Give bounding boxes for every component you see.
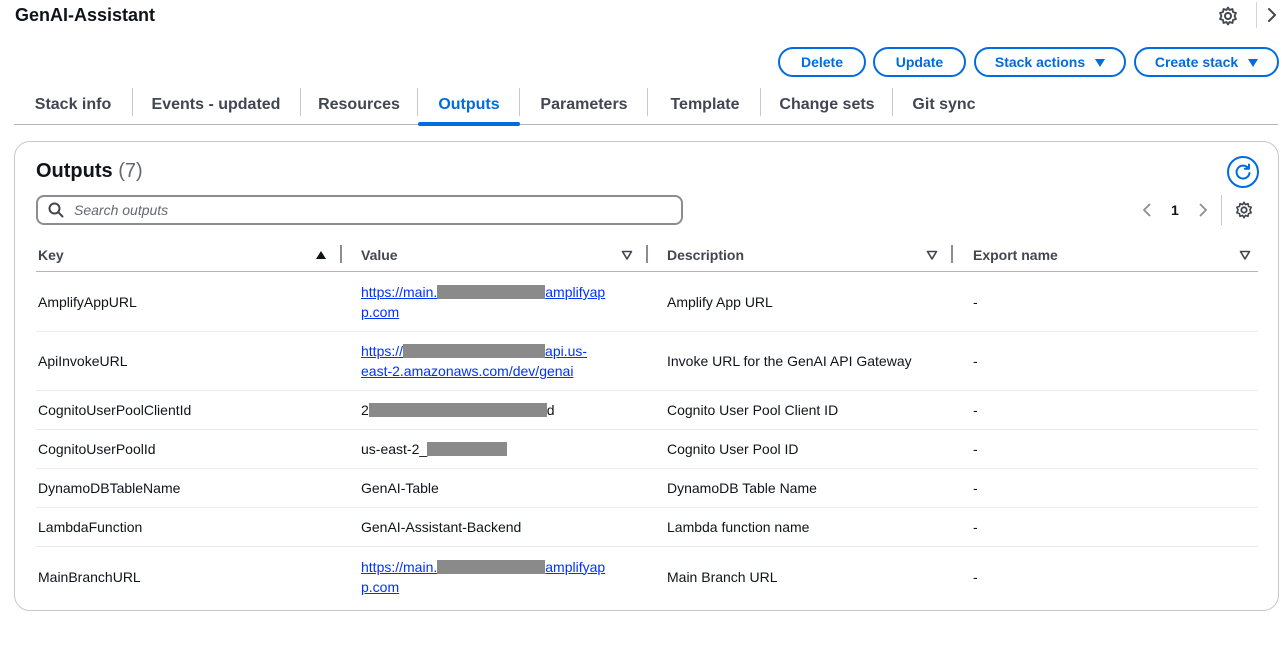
outputs-heading: Outputs (7) bbox=[36, 160, 143, 183]
tab-divider bbox=[519, 88, 520, 116]
output-export-name: - bbox=[973, 353, 978, 369]
column-resizer[interactable] bbox=[951, 245, 953, 263]
output-key: DynamoDBTableName bbox=[38, 480, 181, 496]
table-row: AmplifyAppURL https://main. amplifyap p.c… bbox=[36, 273, 1258, 332]
refresh-button[interactable] bbox=[1227, 156, 1259, 188]
table-row: LambdaFunction GenAI-Assistant-Backend L… bbox=[36, 508, 1258, 547]
tab-bar: Stack info Events - updated Resources Ou… bbox=[14, 86, 1278, 126]
output-export-name: - bbox=[973, 294, 978, 310]
chevron-right-icon[interactable] bbox=[1195, 202, 1211, 218]
redaction-block bbox=[437, 285, 546, 299]
output-key: LambdaFunction bbox=[38, 519, 143, 535]
output-description: Cognito User Pool ID bbox=[667, 441, 799, 457]
tab-outputs[interactable]: Outputs bbox=[418, 86, 520, 126]
redaction-block bbox=[437, 559, 546, 574]
output-value-link[interactable]: https://main. amplifyap p.com bbox=[361, 282, 605, 322]
redaction-block bbox=[368, 403, 547, 417]
output-key: MainBranchURL bbox=[38, 568, 141, 585]
column-header-description[interactable]: Description bbox=[667, 240, 744, 270]
refresh-icon bbox=[1235, 163, 1251, 180]
output-value: https://main. amplifyap p.com bbox=[361, 547, 631, 606]
column-header-key[interactable]: Key bbox=[38, 240, 64, 270]
tab-parameters[interactable]: Parameters bbox=[529, 86, 639, 124]
output-description: Lambda function name bbox=[667, 519, 810, 535]
create-stack-label: Create stack bbox=[1154, 54, 1239, 70]
stack-actions-button[interactable]: Stack actions bbox=[974, 47, 1126, 77]
tab-change-sets[interactable]: Change sets bbox=[770, 86, 884, 124]
stack-actions-label: Stack actions bbox=[994, 54, 1086, 70]
create-stack-button[interactable]: Create stack bbox=[1134, 47, 1279, 77]
header-divider bbox=[1256, 2, 1257, 28]
output-description: Cognito User Pool Client ID bbox=[667, 402, 839, 418]
redaction-block bbox=[427, 442, 508, 456]
tab-resources[interactable]: Resources bbox=[311, 86, 407, 124]
column-resizer[interactable] bbox=[340, 245, 342, 263]
tab-divider bbox=[300, 88, 301, 116]
search-outputs-field[interactable] bbox=[36, 195, 683, 225]
tab-divider bbox=[647, 88, 648, 116]
output-description: Amplify App URL bbox=[667, 294, 773, 310]
tab-divider bbox=[760, 88, 761, 116]
output-value-link[interactable]: https://main. amplifyap p.com bbox=[361, 557, 605, 597]
output-value: https://main. amplifyap p.com bbox=[361, 273, 631, 331]
page-number[interactable]: 1 bbox=[1171, 202, 1179, 218]
table-row: DynamoDBTableName GenAI-Table DynamoDB T… bbox=[36, 469, 1258, 508]
output-value: 2d bbox=[361, 402, 555, 418]
table-row: MainBranchURL https://main. amplifyap p.c… bbox=[36, 547, 1258, 606]
update-button[interactable]: Update bbox=[873, 47, 966, 77]
delete-button-label: Delete bbox=[800, 54, 844, 70]
output-export-name: - bbox=[973, 480, 978, 496]
sort-ascending-icon[interactable] bbox=[315, 249, 327, 261]
table-row: ApiInvokeURL https://api.us- east-2.amaz… bbox=[36, 332, 1258, 391]
output-export-name: - bbox=[973, 519, 978, 535]
output-value: GenAI-Table bbox=[361, 480, 439, 496]
output-value: https://api.us- east-2.amazonaws.com/dev… bbox=[361, 332, 631, 390]
gear-icon[interactable] bbox=[1218, 6, 1238, 26]
table-row: CognitoUserPoolId us-east-2_ Cognito Use… bbox=[36, 430, 1258, 469]
output-export-name: - bbox=[973, 441, 978, 457]
pager-divider bbox=[1221, 195, 1222, 225]
redaction-block bbox=[403, 344, 546, 358]
sort-descending-icon[interactable] bbox=[1239, 249, 1251, 261]
outputs-count: (7) bbox=[118, 160, 143, 182]
gear-icon[interactable] bbox=[1235, 201, 1253, 219]
chevron-right-icon[interactable] bbox=[1264, 5, 1280, 25]
column-header-export-name[interactable]: Export name bbox=[973, 240, 1058, 270]
tab-stack-info[interactable]: Stack info bbox=[22, 86, 124, 124]
output-key: CognitoUserPoolId bbox=[38, 441, 156, 457]
update-button-label: Update bbox=[895, 54, 944, 70]
output-value: GenAI-Assistant-Backend bbox=[361, 519, 522, 535]
output-key: CognitoUserPoolClientId bbox=[38, 402, 192, 418]
output-value: us-east-2_ bbox=[361, 430, 631, 468]
column-header-value[interactable]: Value bbox=[361, 240, 398, 270]
output-export-name: - bbox=[973, 568, 978, 585]
caret-down-icon bbox=[1248, 58, 1259, 67]
output-value-link[interactable]: https://api.us- east-2.amazonaws.com/dev… bbox=[361, 341, 587, 381]
sort-descending-icon[interactable] bbox=[621, 249, 633, 261]
tab-events-updated[interactable]: Events - updated bbox=[142, 86, 290, 124]
table-header: Key Value Description Export name bbox=[36, 240, 1258, 272]
outputs-title: Outputs bbox=[36, 160, 113, 182]
chevron-left-icon[interactable] bbox=[1139, 202, 1155, 218]
sort-descending-icon[interactable] bbox=[926, 249, 938, 261]
output-description: DynamoDB Table Name bbox=[667, 480, 817, 496]
search-input[interactable] bbox=[74, 202, 654, 218]
outputs-panel: Outputs (7) 1 Key Value bbox=[14, 141, 1279, 611]
output-key: AmplifyAppURL bbox=[38, 294, 137, 310]
page-title: GenAI-Assistant bbox=[15, 5, 156, 25]
output-export-name: - bbox=[973, 402, 978, 418]
tab-template[interactable]: Template bbox=[657, 86, 753, 124]
caret-down-icon bbox=[1095, 58, 1106, 67]
delete-button[interactable]: Delete bbox=[778, 47, 866, 77]
tab-divider bbox=[892, 88, 893, 116]
output-description: Main Branch URL bbox=[667, 568, 778, 585]
search-icon bbox=[48, 202, 64, 218]
table-row: CognitoUserPoolClientId 2d Cognito User … bbox=[36, 391, 1258, 430]
output-key: ApiInvokeURL bbox=[38, 353, 128, 369]
tab-git-sync[interactable]: Git sync bbox=[904, 86, 984, 124]
output-description: Invoke URL for the GenAI API Gateway bbox=[667, 353, 912, 369]
tab-divider bbox=[132, 88, 133, 116]
column-resizer[interactable] bbox=[646, 245, 648, 263]
